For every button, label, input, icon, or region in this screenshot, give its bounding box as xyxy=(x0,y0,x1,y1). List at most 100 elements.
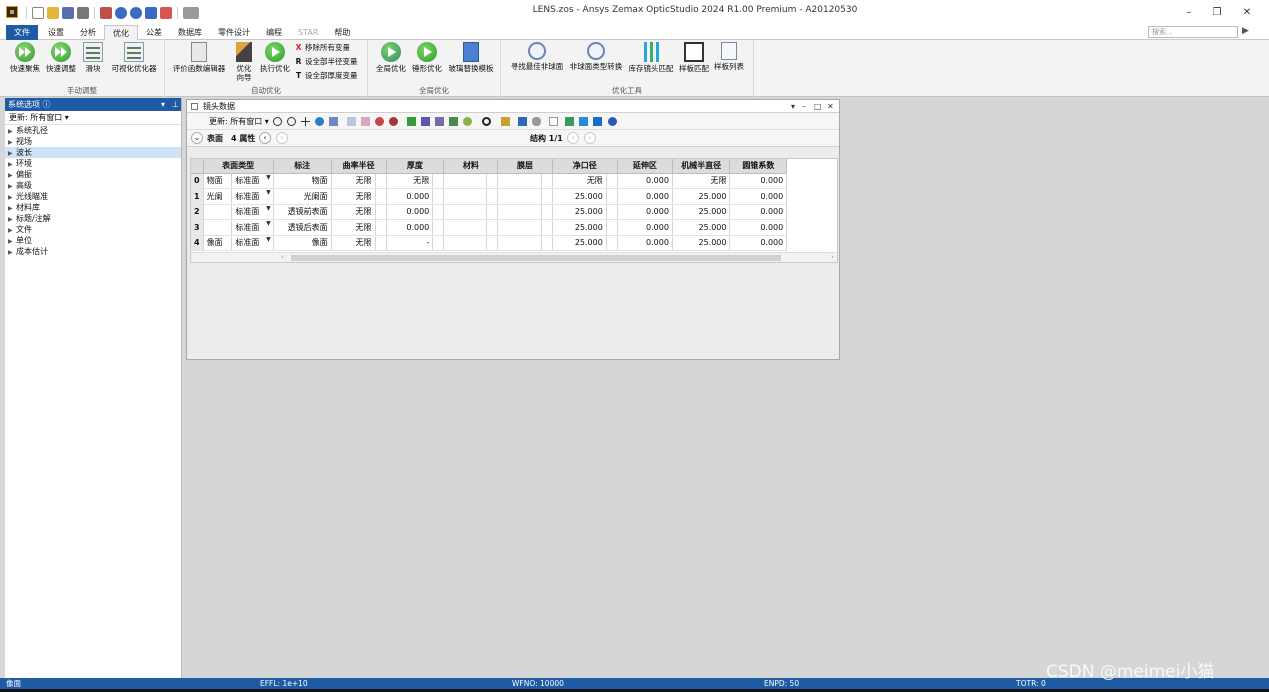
tree-item[interactable]: ▶ 波长 xyxy=(5,147,181,158)
tab-tolerance[interactable]: 公差 xyxy=(138,25,170,40)
flag-icon[interactable] xyxy=(449,117,458,126)
dropdown-arrow-icon[interactable]: ▼ xyxy=(266,220,271,227)
header-surface-type[interactable]: 表面类型 xyxy=(203,159,274,174)
mech-semi-dia-cell[interactable]: 25.000 xyxy=(672,188,731,205)
swap-icon[interactable] xyxy=(565,117,574,126)
glass-substitution-template-button[interactable]: 玻璃替换模板 xyxy=(446,42,496,73)
clear-semi-dia-cell[interactable]: 25.000 xyxy=(552,235,607,251)
system-explorer-update-dropdown[interactable]: 更新: 所有窗口 ▾ xyxy=(5,111,181,125)
dropdown-arrow-icon[interactable]: ▼ xyxy=(266,236,271,243)
tree-item[interactable]: ▶ 视场 xyxy=(5,136,181,147)
clear-semi-dia-cell[interactable]: 25.000 xyxy=(552,188,607,205)
comment-cell[interactable]: 像面 xyxy=(273,235,332,251)
surface-name-cell[interactable]: 物面 xyxy=(203,173,233,189)
radius-solve-cell[interactable] xyxy=(375,204,387,220)
tab-optimize[interactable]: 优化 xyxy=(104,25,138,41)
clear-semi-dia-cell[interactable]: 无限 xyxy=(552,173,607,189)
tab-help[interactable]: 帮助 xyxy=(326,25,358,40)
row-number[interactable]: 3 xyxy=(191,219,204,236)
radius-solve-cell[interactable] xyxy=(375,235,387,251)
horizontal-scrollbar[interactable]: ‹ › xyxy=(191,252,837,262)
tree-item[interactable]: ▶ 材料库 xyxy=(5,202,181,213)
clear-semi-dia-solve-cell[interactable] xyxy=(606,235,618,251)
mech-semi-dia-cell[interactable]: 25.000 xyxy=(672,219,731,236)
material-cell[interactable] xyxy=(443,188,488,205)
row-number[interactable]: 4 xyxy=(191,235,204,251)
coating-solve-cell[interactable] xyxy=(541,173,553,189)
optimization-wizard-button[interactable]: 优化 向导 xyxy=(231,42,257,82)
panel-menu-icon[interactable]: ▾ xyxy=(161,98,165,111)
material-solve-cell[interactable] xyxy=(486,219,499,236)
update-icon[interactable] xyxy=(273,117,282,126)
coating-solve-cell[interactable] xyxy=(541,219,553,236)
insert-surface-icon[interactable] xyxy=(347,117,356,126)
merit-function-editor-button[interactable]: 评价函数编辑器 xyxy=(169,42,229,73)
dropdown-arrow-icon[interactable]: ▼ xyxy=(266,174,271,181)
clear-semi-dia-solve-cell[interactable] xyxy=(606,173,618,189)
comment-cell[interactable]: 物面 xyxy=(273,173,332,189)
toggle-icon[interactable] xyxy=(532,117,541,126)
conic-cell[interactable]: 0.000 xyxy=(729,188,788,205)
globe-icon[interactable] xyxy=(315,117,324,126)
conic-cell[interactable]: 0.000 xyxy=(729,219,788,236)
crosshair-icon[interactable] xyxy=(301,117,310,126)
clear-semi-dia-solve-cell[interactable] xyxy=(606,204,618,220)
thickness-solve-cell[interactable] xyxy=(432,188,445,205)
update-all-icon[interactable] xyxy=(287,117,296,126)
surface-type-cell[interactable]: 标准面 ▼ xyxy=(231,219,274,236)
delete-surface-icon[interactable] xyxy=(361,117,370,126)
visual-optimizer-button[interactable]: 可视化优化器 xyxy=(108,42,160,73)
radius-cell[interactable]: 无限 xyxy=(331,219,376,236)
hammer-optimization-button[interactable]: 锤形优化 xyxy=(410,42,444,73)
window-minimize-icon[interactable]: – xyxy=(802,100,806,113)
tree-item[interactable]: ▶ 标题/注解 xyxy=(5,213,181,224)
expand-arrow-icon[interactable]: ▶ xyxy=(8,247,16,258)
coating-solve-cell[interactable] xyxy=(541,235,553,251)
thickness-solve-cell[interactable] xyxy=(432,173,445,189)
asphere-type-conversion-button[interactable]: 非球面类型转换 xyxy=(567,42,625,71)
coating-cell[interactable] xyxy=(497,173,542,189)
window-menu-icon[interactable]: ▾ xyxy=(791,100,795,113)
tree-item[interactable]: ▶ 偏振 xyxy=(5,169,181,180)
window-close-icon[interactable]: ✕ xyxy=(827,100,834,113)
conic-cell[interactable]: 0.000 xyxy=(729,173,788,189)
radius-cell[interactable]: 无限 xyxy=(331,173,376,189)
radius-solve-cell[interactable] xyxy=(375,188,387,205)
close-button[interactable]: ✕ xyxy=(1240,7,1254,19)
run-optimization-button[interactable]: 执行优化 xyxy=(258,42,292,73)
lens-data-update-dropdown[interactable]: 更新: 所有窗口 ▾ xyxy=(209,116,269,127)
coating-cell[interactable] xyxy=(497,188,542,205)
minimize-button[interactable]: – xyxy=(1182,7,1196,19)
thickness-cell[interactable]: 0.000 xyxy=(386,204,434,220)
material-solve-cell[interactable] xyxy=(486,204,499,220)
coating-cell[interactable] xyxy=(497,235,542,251)
reverse-icon[interactable] xyxy=(421,117,430,126)
header-coating[interactable]: 膜层 xyxy=(497,159,553,174)
chip-zone-cell[interactable]: 0.000 xyxy=(617,188,673,205)
mech-semi-dia-cell[interactable]: 无限 xyxy=(672,173,731,189)
tree-item[interactable]: ▶ 光线瞄准 xyxy=(5,191,181,202)
conic-cell[interactable]: 0.000 xyxy=(729,204,788,220)
radius-solve-cell[interactable] xyxy=(375,219,387,236)
conic-cell[interactable]: 0.000 xyxy=(729,235,788,251)
chip-zone-cell[interactable]: 0.000 xyxy=(617,173,673,189)
clear-semi-dia-solve-cell[interactable] xyxy=(606,219,618,236)
surface-type-cell[interactable]: 标准面 ▼ xyxy=(231,204,274,220)
search-input[interactable]: 搜索... xyxy=(1148,26,1238,38)
header-clear-semi-dia[interactable]: 净口径 xyxy=(552,159,618,174)
scroll-right-icon[interactable]: › xyxy=(831,253,834,261)
ray-icon[interactable] xyxy=(407,117,416,126)
thickness-solve-cell[interactable] xyxy=(432,219,445,236)
quick-focus-button[interactable]: 快速聚焦 xyxy=(8,42,42,73)
stock-lens-matching-button[interactable]: 库存镜头匹配 xyxy=(626,42,676,73)
expand-surface-icon[interactable]: ⌄ xyxy=(191,132,203,144)
tab-star[interactable]: STAR xyxy=(290,25,326,40)
split-icon[interactable] xyxy=(435,117,444,126)
clear-semi-dia-solve-cell[interactable] xyxy=(606,188,618,205)
prev-surface-icon[interactable]: ‹ xyxy=(259,132,271,144)
material-cell[interactable] xyxy=(443,219,488,236)
surface-name-cell[interactable]: 光阑 xyxy=(203,188,233,205)
set-thickness-variables-button[interactable]: T 设全部厚度变量 xyxy=(294,71,358,81)
tree-item[interactable]: ▶ 单位 xyxy=(5,235,181,246)
slider-button[interactable]: 滑块 xyxy=(82,42,104,73)
